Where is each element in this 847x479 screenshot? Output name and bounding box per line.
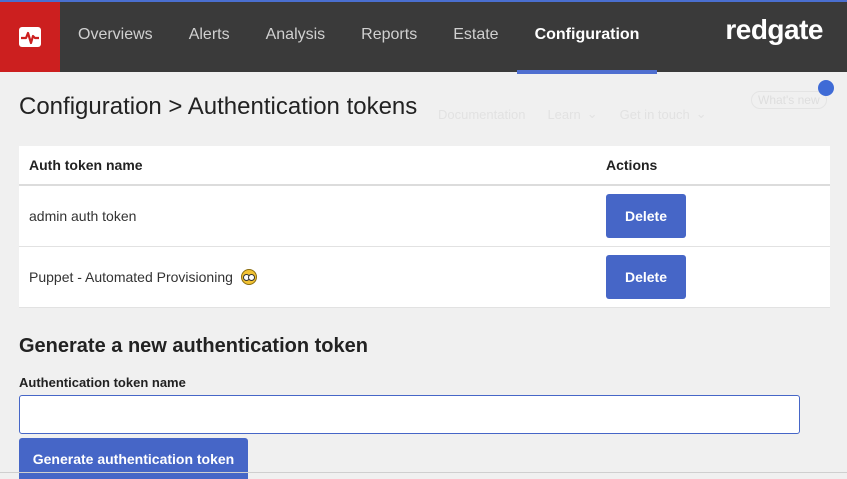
main-nav: Overviews Alerts Analysis Reports Estate… (60, 2, 658, 74)
nav-overviews[interactable]: Overviews (60, 2, 171, 72)
help-links: Documentation Learn ⌄ Get in touch ⌄ (438, 106, 707, 122)
table-row: admin auth token Delete (19, 186, 830, 247)
learn-link[interactable]: Learn ⌄ (547, 106, 597, 122)
app-logo[interactable] (0, 2, 60, 72)
delete-button[interactable]: Delete (606, 194, 686, 238)
get-in-touch-link[interactable]: Get in touch ⌄ (620, 106, 707, 122)
nav-analysis[interactable]: Analysis (248, 2, 344, 72)
notification-dot-icon (818, 80, 834, 96)
whats-new-button[interactable]: What's new (751, 91, 827, 109)
page-title: Configuration > Authentication tokens (19, 93, 418, 120)
chevron-down-icon: ⌄ (695, 106, 707, 121)
divider (0, 472, 847, 473)
nerd-face-icon (240, 269, 257, 285)
header-actions: Actions (606, 157, 658, 173)
token-name-input[interactable] (19, 395, 800, 434)
generate-section-title: Generate a new authentication token (19, 335, 368, 357)
table-header-row: Auth token name Actions (19, 146, 830, 186)
delete-button[interactable]: Delete (606, 255, 686, 299)
pulse-monitor-icon (19, 27, 41, 47)
nav-reports[interactable]: Reports (343, 2, 435, 72)
header-auth-token-name: Auth token name (29, 157, 143, 173)
nav-estate[interactable]: Estate (435, 2, 516, 72)
documentation-link[interactable]: Documentation (438, 106, 525, 122)
top-navigation-bar: Overviews Alerts Analysis Reports Estate… (0, 0, 847, 74)
table-row: Puppet - Automated Provisioning Delete (19, 247, 830, 308)
token-name-label: Authentication token name (19, 375, 186, 390)
token-name: admin auth token (29, 208, 137, 224)
chevron-down-icon: ⌄ (586, 106, 598, 121)
brand-logo: redgate (725, 14, 823, 45)
nav-configuration[interactable]: Configuration (516, 2, 658, 74)
token-name: Puppet - Automated Provisioning (29, 269, 233, 285)
auth-tokens-table: Auth token name Actions admin auth token… (19, 146, 830, 308)
nav-alerts[interactable]: Alerts (171, 2, 248, 72)
